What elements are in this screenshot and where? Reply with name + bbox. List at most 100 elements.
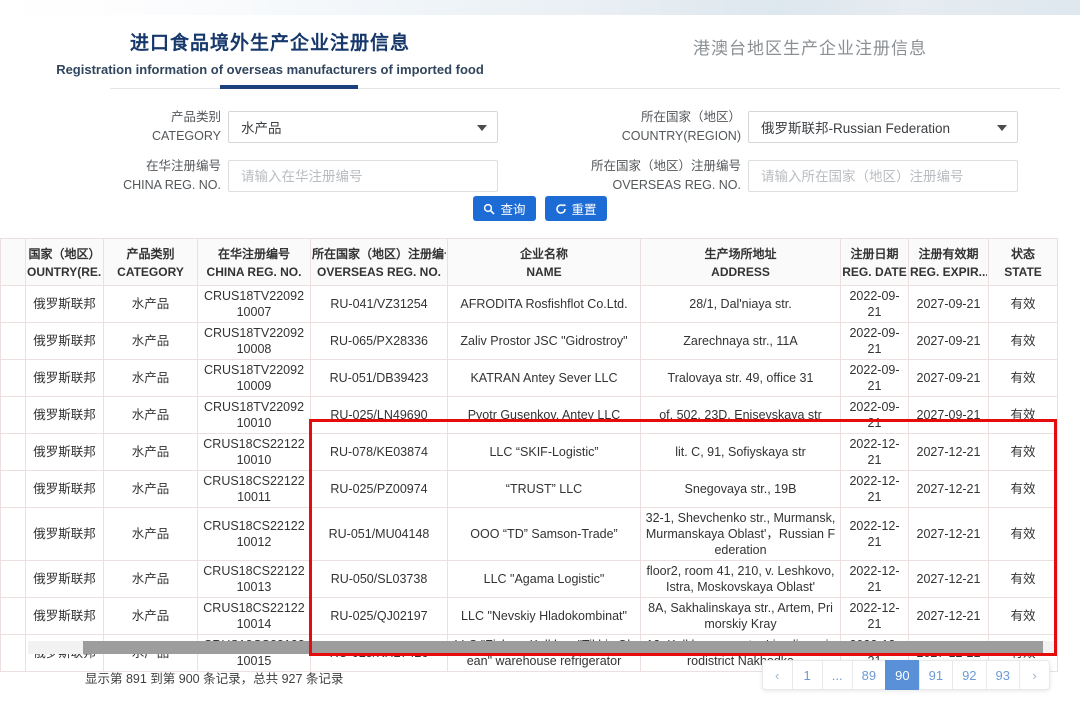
cell-state: 有效 bbox=[989, 397, 1058, 434]
page-button-93[interactable]: 93 bbox=[986, 660, 1020, 690]
cell-state: 有效 bbox=[989, 598, 1058, 635]
cell-state: 有效 bbox=[989, 286, 1058, 323]
reset-button[interactable]: 重置 bbox=[545, 196, 607, 221]
cell-china-reg: CRUS18TV2209210009 bbox=[198, 360, 311, 397]
cell-address: 28/1, Dal'niaya str. bbox=[641, 286, 841, 323]
table-row: 俄罗斯联邦 水产品 CRUS18CS2212210010 RU-078/KE03… bbox=[1, 434, 1058, 471]
country-label: 所在国家（地区） COUNTRY(REGION) bbox=[520, 108, 748, 147]
search-icon bbox=[483, 203, 495, 215]
cell-category: 水产品 bbox=[104, 397, 198, 434]
cell-stub bbox=[1, 360, 26, 397]
table-row: 俄罗斯联邦 水产品 CRUS18CS2212210013 RU-050/SL03… bbox=[1, 561, 1058, 598]
tab-hk-macao-taiwan-registration[interactable]: 港澳台地区生产企业注册信息 bbox=[540, 15, 1080, 59]
cell-stub bbox=[1, 323, 26, 360]
cell-category: 水产品 bbox=[104, 598, 198, 635]
next-page-button[interactable]: › bbox=[1019, 660, 1050, 690]
cell-country: 俄罗斯联邦 bbox=[26, 397, 104, 434]
category-select[interactable]: 水产品 bbox=[228, 111, 498, 143]
country-select[interactable]: 俄罗斯联邦-Russian Federation bbox=[748, 111, 1018, 143]
page-button-90-current[interactable]: 90 bbox=[885, 660, 919, 690]
cell-reg-expiry: 2027-09-21 bbox=[909, 397, 989, 434]
cell-reg-date: 2022-09-21 bbox=[841, 360, 909, 397]
top-decorative-band bbox=[0, 0, 1080, 15]
cell-country: 俄罗斯联邦 bbox=[26, 434, 104, 471]
cell-overseas-reg: RU-051/MU04148 bbox=[311, 508, 448, 561]
cell-name: “TRUST” LLC bbox=[448, 471, 641, 508]
cell-country: 俄罗斯联邦 bbox=[26, 508, 104, 561]
cell-reg-expiry: 2027-12-21 bbox=[909, 508, 989, 561]
cell-country: 俄罗斯联邦 bbox=[26, 471, 104, 508]
cell-country: 俄罗斯联邦 bbox=[26, 598, 104, 635]
tab-imported-food-registration[interactable]: 进口食品境外生产企业注册信息 Registration information … bbox=[0, 15, 540, 77]
cell-name: LLC "Nevskiy Hladokombinat" bbox=[448, 598, 641, 635]
page-ellipsis-button[interactable]: ... bbox=[822, 660, 853, 690]
results-table: 国家（地区）OUNTRY(RE... 产品类别CATEGORY 在华注册编号CH… bbox=[0, 238, 1057, 672]
cell-reg-expiry: 2027-12-21 bbox=[909, 598, 989, 635]
page-button-1[interactable]: 1 bbox=[792, 660, 823, 690]
cell-overseas-reg: RU-050/SL03738 bbox=[311, 561, 448, 598]
cell-category: 水产品 bbox=[104, 434, 198, 471]
header-china-reg: 在华注册编号CHINA REG. NO. bbox=[198, 239, 311, 286]
cell-reg-date: 2022-12-21 bbox=[841, 471, 909, 508]
prev-page-button[interactable]: ‹ bbox=[762, 660, 793, 690]
cell-category: 水产品 bbox=[104, 360, 198, 397]
cell-stub bbox=[1, 397, 26, 434]
cell-reg-date: 2022-12-21 bbox=[841, 434, 909, 471]
overseas-reg-input[interactable] bbox=[748, 160, 1018, 192]
cell-state: 有效 bbox=[989, 323, 1058, 360]
refresh-icon bbox=[555, 203, 567, 215]
cell-category: 水产品 bbox=[104, 508, 198, 561]
cell-address: 8A, Sakhalinskaya str., Artem, Primorski… bbox=[641, 598, 841, 635]
cell-reg-expiry: 2027-09-21 bbox=[909, 360, 989, 397]
table-row: 俄罗斯联邦 水产品 CRUS18CS2212210011 RU-025/PZ00… bbox=[1, 471, 1058, 508]
header-reg-date: 注册日期REG. DATE bbox=[841, 239, 909, 286]
table-row: 俄罗斯联邦 水产品 CRUS18CS2212210012 RU-051/MU04… bbox=[1, 508, 1058, 561]
cell-overseas-reg: RU-051/DB39423 bbox=[311, 360, 448, 397]
form-buttons-row: 查询 重置 bbox=[0, 196, 1080, 221]
cell-overseas-reg: RU-025/PZ00974 bbox=[311, 471, 448, 508]
registration-page: 进口食品境外生产企业注册信息 Registration information … bbox=[0, 0, 1080, 708]
page-title-en: Registration information of overseas man… bbox=[0, 62, 540, 77]
cell-address: 32-1, Shevchenko str., Murmansk, Murmans… bbox=[641, 508, 841, 561]
header-category: 产品类别CATEGORY bbox=[104, 239, 198, 286]
cell-reg-expiry: 2027-09-21 bbox=[909, 323, 989, 360]
china-reg-input[interactable] bbox=[228, 160, 498, 192]
cell-address: Tralovaya str. 49, office 31 bbox=[641, 360, 841, 397]
cell-address: of. 502, 23D, Eniseyskaya str bbox=[641, 397, 841, 434]
page-button-91[interactable]: 91 bbox=[919, 660, 953, 690]
cell-category: 水产品 bbox=[104, 286, 198, 323]
cell-category: 水产品 bbox=[104, 471, 198, 508]
page-button-92[interactable]: 92 bbox=[952, 660, 986, 690]
header-overseas-reg: 所在国家（地区）注册编号OVERSEAS REG. NO. bbox=[311, 239, 448, 286]
overseas-reg-form-group: 所在国家（地区）注册编号 OVERSEAS REG. NO. bbox=[520, 157, 1018, 196]
overseas-reg-label: 所在国家（地区）注册编号 OVERSEAS REG. NO. bbox=[520, 157, 748, 196]
header-name: 企业名称NAME bbox=[448, 239, 641, 286]
cell-reg-date: 2022-09-21 bbox=[841, 397, 909, 434]
records-summary: 显示第 891 到第 900 条记录，总共 927 条记录 bbox=[85, 668, 343, 687]
search-button[interactable]: 查询 bbox=[473, 196, 535, 221]
horizontal-scrollbar[interactable] bbox=[28, 641, 1054, 654]
cell-state: 有效 bbox=[989, 561, 1058, 598]
scrollbar-thumb[interactable] bbox=[83, 641, 1043, 654]
cell-stub bbox=[1, 434, 26, 471]
cell-stub bbox=[1, 635, 26, 672]
cell-reg-date: 2022-09-21 bbox=[841, 323, 909, 360]
caret-down-icon bbox=[477, 125, 487, 131]
page-button-89[interactable]: 89 bbox=[852, 660, 886, 690]
cell-country: 俄罗斯联邦 bbox=[26, 286, 104, 323]
cell-state: 有效 bbox=[989, 434, 1058, 471]
header-address: 生产场所地址ADDRESS bbox=[641, 239, 841, 286]
cell-reg-date: 2022-12-21 bbox=[841, 561, 909, 598]
cell-name: Zaliv Prostor JSC "Gidrostroy" bbox=[448, 323, 641, 360]
cell-reg-date: 2022-12-21 bbox=[841, 598, 909, 635]
cell-reg-expiry: 2027-09-21 bbox=[909, 286, 989, 323]
cell-overseas-reg: RU-025/QJ02197 bbox=[311, 598, 448, 635]
cell-state: 有效 bbox=[989, 508, 1058, 561]
cell-name: Pyotr Gusenkov. Antey LLC bbox=[448, 397, 641, 434]
table-row: 俄罗斯联邦 水产品 CRUS18TV2209210008 RU-065/PX28… bbox=[1, 323, 1058, 360]
category-form-group: 产品类别 CATEGORY 水产品 bbox=[0, 108, 498, 147]
cell-reg-date: 2022-09-21 bbox=[841, 286, 909, 323]
cell-reg-expiry: 2027-12-21 bbox=[909, 561, 989, 598]
header-stub bbox=[1, 239, 26, 286]
cell-category: 水产品 bbox=[104, 323, 198, 360]
